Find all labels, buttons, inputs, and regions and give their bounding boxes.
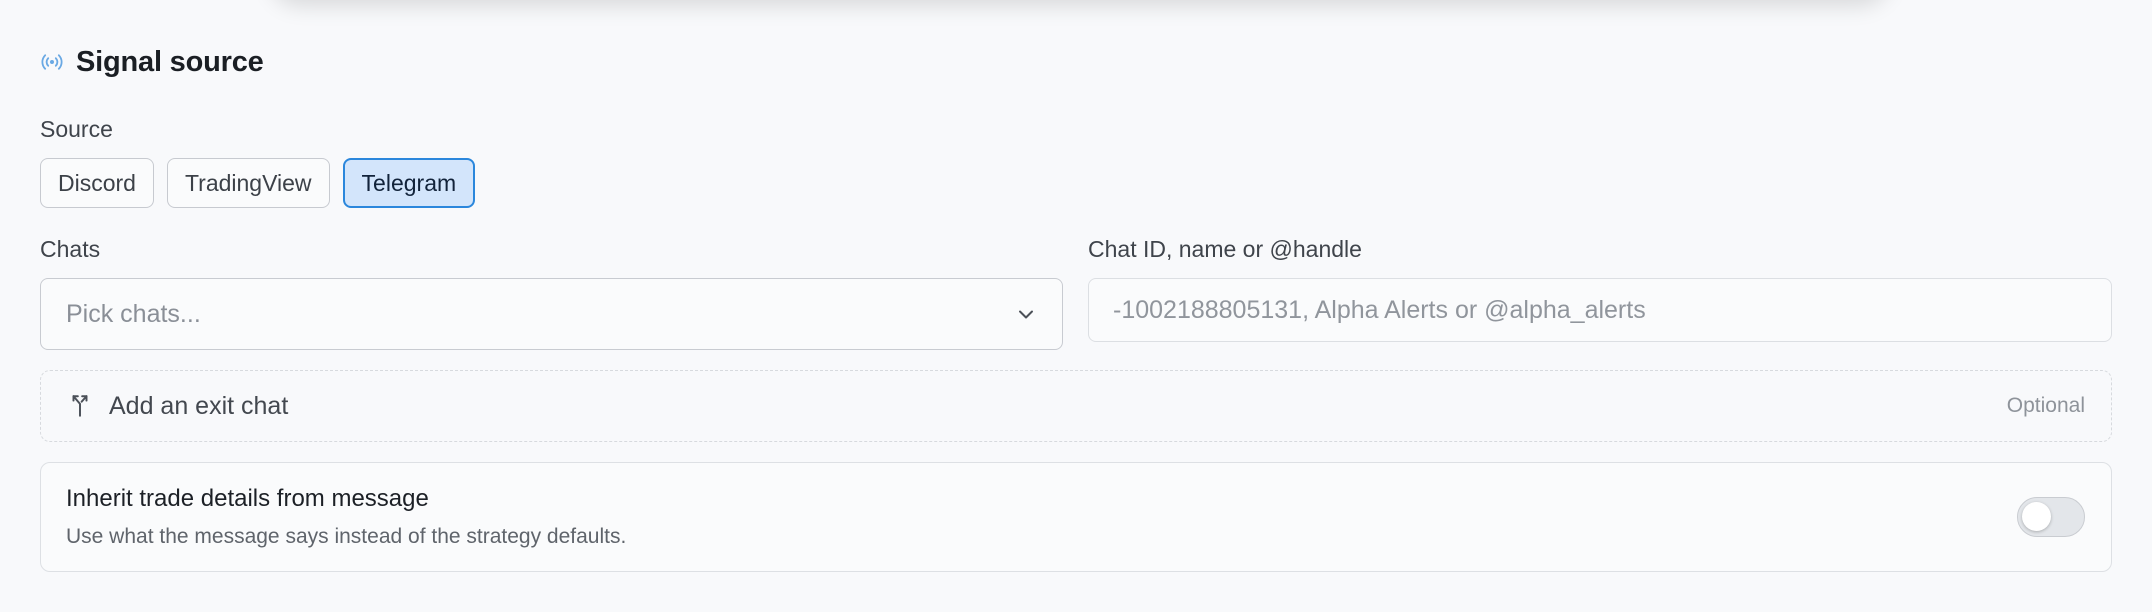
- toggle-knob: [2022, 502, 2051, 531]
- optional-tag: Optional: [2006, 394, 2085, 417]
- source-telegram-button[interactable]: Telegram: [342, 158, 476, 208]
- source-button-group: Discord TradingView Telegram: [40, 158, 476, 208]
- source-label: Source: [40, 116, 113, 142]
- inherit-toggle[interactable]: [2017, 497, 2085, 537]
- exit-chat-label: Add an exit chat: [109, 391, 289, 420]
- chats-label: Chats: [40, 236, 101, 262]
- chevron-down-icon: [1016, 304, 1036, 324]
- source-tradingview-button[interactable]: TradingView: [166, 158, 330, 208]
- inherit-text-block: Inherit trade details from message Use w…: [66, 485, 626, 549]
- inherit-description: Use what the message says instead of the…: [66, 525, 627, 548]
- source-discord-button[interactable]: Discord: [40, 158, 154, 208]
- section-header: Signal source: [40, 44, 264, 80]
- chat-id-input[interactable]: [1088, 278, 2112, 342]
- inherit-title: Inherit trade details from message: [66, 485, 429, 512]
- split-arrow-icon: [67, 393, 93, 419]
- section-title: Signal source: [76, 45, 264, 78]
- inherit-trade-details-card: Inherit trade details from message Use w…: [40, 462, 2112, 572]
- add-exit-chat-button[interactable]: Add an exit chat Optional: [40, 370, 2112, 442]
- chat-id-label: Chat ID, name or @handle: [1088, 236, 1362, 262]
- chats-select[interactable]: Pick chats...: [40, 278, 1063, 350]
- chats-placeholder: Pick chats...: [66, 299, 201, 328]
- broadcast-icon: [40, 50, 64, 74]
